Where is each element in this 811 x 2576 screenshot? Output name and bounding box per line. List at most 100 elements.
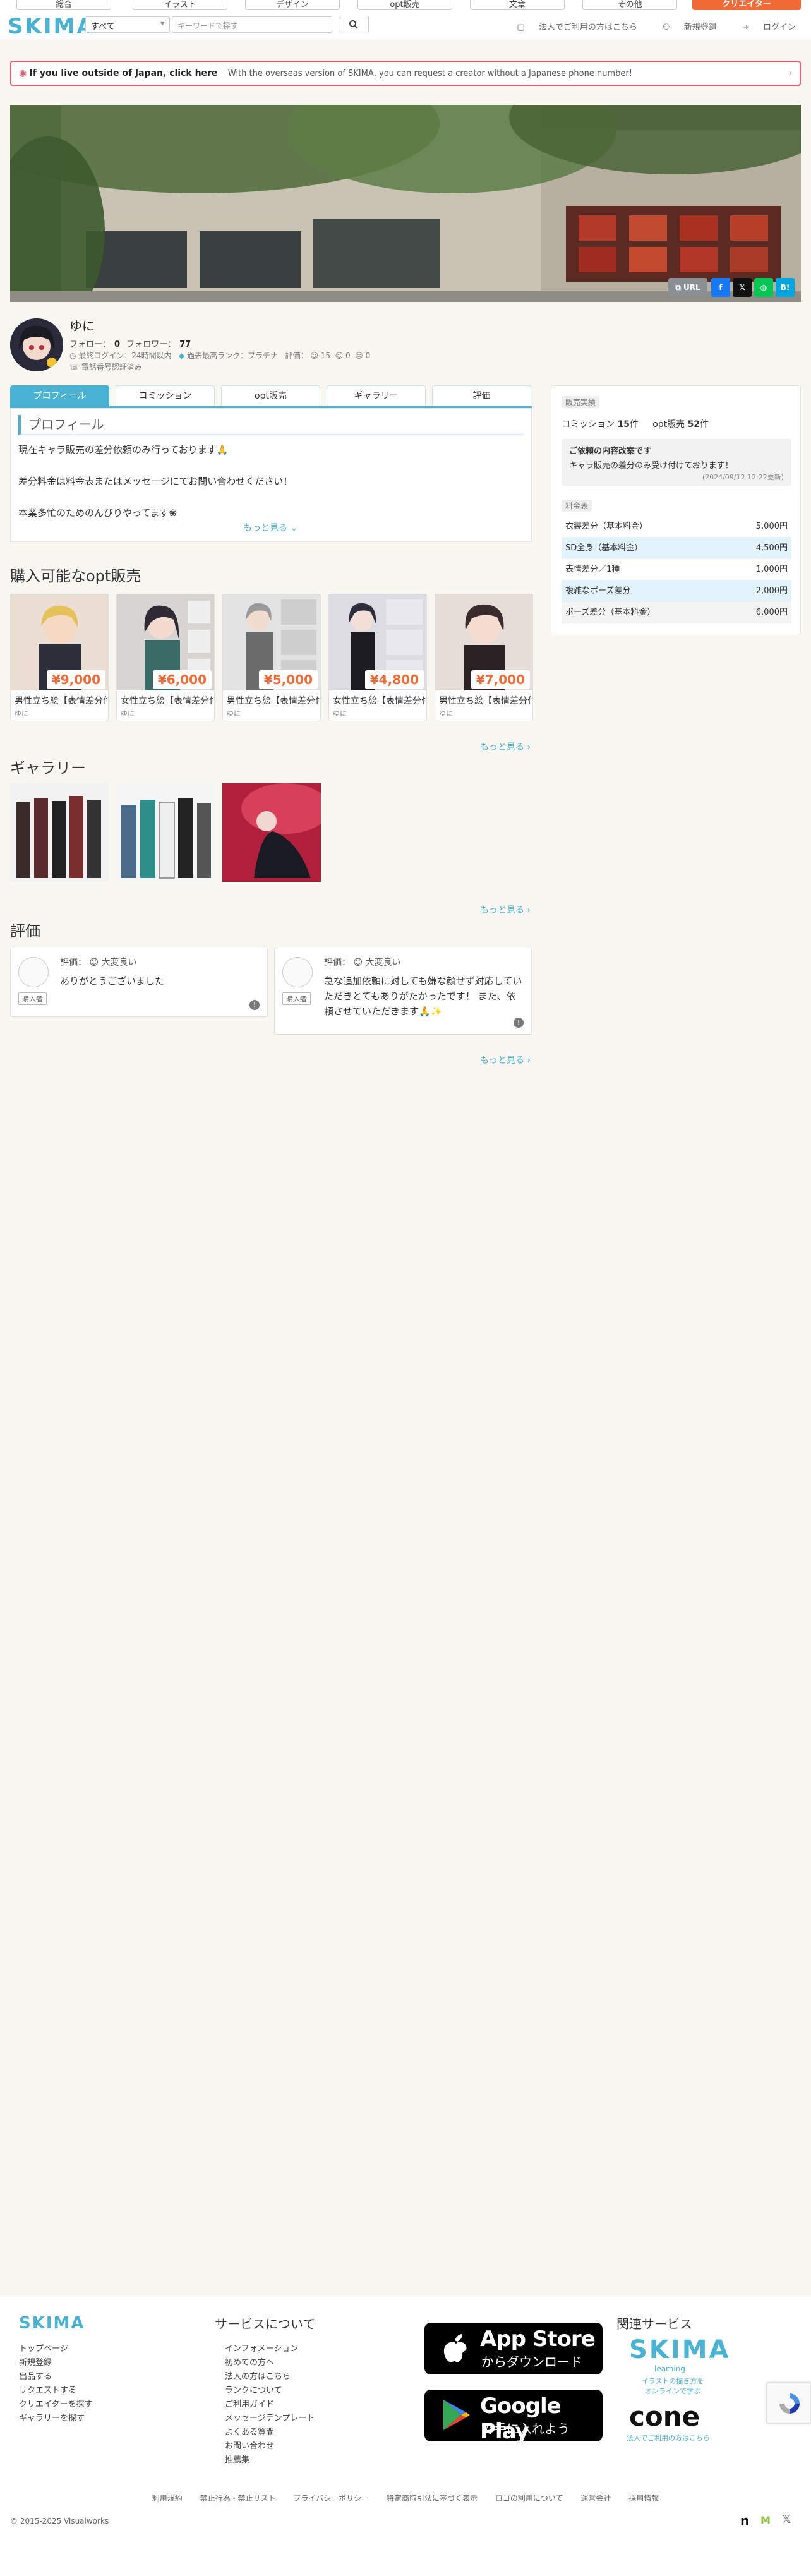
review-card: 購入者 評価： ☺ 大変良い 急な追加依頼に対しても嫌な顔せず対応していただきと…: [274, 948, 532, 1035]
gallery-image[interactable]: [222, 783, 321, 882]
footer-link[interactable]: リクエストする: [19, 2383, 76, 2395]
rank-icon: ◆: [179, 351, 188, 360]
footer-link[interactable]: 初めての方へ: [225, 2356, 274, 2368]
google-play-icon: [443, 2400, 470, 2430]
category-all[interactable]: 総合: [16, 0, 111, 10]
cone-desc: 法人でご利用の方はこちら: [627, 2434, 710, 2442]
hatena-share-button[interactable]: B!: [776, 278, 795, 297]
report-icon[interactable]: !: [514, 1018, 524, 1028]
tab-opt[interactable]: opt販売: [221, 385, 320, 407]
gallery-image[interactable]: [116, 783, 215, 882]
opt-author: ゆに: [227, 709, 241, 718]
footer-link[interactable]: クリエイターを探す: [19, 2397, 92, 2409]
overseas-banner[interactable]: ◉ If you live outside of Japan, click he…: [10, 61, 801, 86]
copy-url-button[interactable]: ⧉ URL: [668, 278, 707, 297]
opt-price: ¥5,000: [258, 670, 318, 689]
recaptcha-badge[interactable]: [767, 2383, 811, 2423]
footer-link[interactable]: 採用情報: [628, 2494, 659, 2503]
opt-title: 男性立ち絵【表情差分付き】: [439, 696, 531, 706]
search-icon: [349, 20, 358, 29]
site-header: SKIMA すべて ▾ キーワードで探す ▢ 法人でご利用の方はこちら ⚇ 新規登…: [0, 11, 811, 40]
category-illust[interactable]: イラスト: [133, 0, 227, 10]
footer-link[interactable]: プライバシーポリシー: [293, 2494, 369, 2503]
review-rating: 評価： ☺ 大変良い: [60, 958, 137, 968]
request-notice: ご依頼の内容改案です キャラ販売の差分のみ受け付けております！ (2024/09…: [562, 439, 791, 486]
login-link[interactable]: ⇥ ログイン: [731, 23, 796, 32]
opt-heading: 購入可能なopt販売: [10, 567, 141, 585]
avatar: [10, 318, 63, 371]
opt-card[interactable]: ¥6,000 女性立ち絵【表情差分付き】 ゆに: [116, 594, 215, 721]
banner-bold: If you live outside of Japan, click here: [29, 68, 218, 78]
price-row: 複雑なポーズ差分 2,000円: [562, 581, 791, 602]
cone-logo[interactable]: cone: [629, 2401, 700, 2432]
footer-link[interactable]: お問い合わせ: [225, 2439, 274, 2451]
creator-cta-button[interactable]: クリエイター: [692, 0, 801, 10]
line-share-button[interactable]: ◍: [754, 278, 773, 297]
app-store-button[interactable]: App Store からダウンロード: [424, 2323, 603, 2374]
category-design[interactable]: デザイン: [245, 0, 340, 10]
footer-link[interactable]: 新規登録: [19, 2356, 52, 2368]
opt-card[interactable]: ¥9,000 男性立ち絵【表情差分付き】 ゆに: [10, 594, 109, 721]
category-text[interactable]: 文章: [470, 0, 565, 10]
footer-link[interactable]: メッセージテンプレート: [225, 2411, 315, 2423]
search-button[interactable]: [339, 16, 369, 33]
footer-link[interactable]: 推薦集: [225, 2453, 249, 2465]
footer-link[interactable]: 禁止行為・禁止リスト: [200, 2494, 276, 2503]
opt-card[interactable]: ¥4,800 女性立ち絵【表情差分付き】 ゆに: [328, 594, 427, 721]
category-select[interactable]: すべて ▾: [85, 16, 170, 33]
gallery-more-link[interactable]: もっと見る ›: [480, 903, 531, 916]
smile-icon: ☺: [89, 958, 99, 968]
reviews-heading: 評価: [10, 922, 40, 940]
opt-card[interactable]: ¥7,000 男性立ち絵【表情差分付き】 ゆに: [435, 594, 533, 721]
facebook-share-button[interactable]: f: [711, 278, 730, 297]
tab-reviews[interactable]: 評価: [432, 385, 531, 407]
opt-title: 男性立ち絵【表情差分付き】: [227, 696, 319, 706]
tab-gallery[interactable]: ギャラリー: [327, 385, 426, 407]
profile-tabs: プロフィール コミッション opt販売 ギャラリー 評価: [10, 385, 532, 407]
corp-link[interactable]: ▢ 法人でご利用の方はこちら: [505, 23, 637, 32]
price-row: ポーズ差分（基本料金） 6,000円: [562, 602, 791, 623]
opt-more-link[interactable]: もっと見る ›: [480, 740, 531, 753]
google-play-button[interactable]: Google Play で手に入れよう: [424, 2390, 603, 2444]
profile-section-title: プロフィール: [18, 415, 524, 435]
opt-title: 女性立ち絵【表情差分付き】: [121, 696, 213, 706]
footer-logo[interactable]: SKIMA: [19, 2314, 85, 2333]
footer-link[interactable]: インフォメーション: [225, 2342, 298, 2354]
notice-date: (2024/09/12 12:22更新): [702, 473, 784, 481]
buyer-badge: 購入者: [18, 992, 47, 1005]
skima-learning-logo[interactable]: SKIMA: [629, 2335, 730, 2364]
footer-link[interactable]: 運営会社: [580, 2494, 611, 2503]
tab-profile[interactable]: プロフィール: [10, 385, 109, 407]
category-opt[interactable]: opt販売: [357, 0, 452, 10]
search-input[interactable]: キーワードで探す: [172, 16, 332, 33]
footer-link[interactable]: ロゴの利用について: [495, 2494, 563, 2503]
footer-link[interactable]: ランクについて: [225, 2383, 282, 2395]
footer-link[interactable]: 出品する: [19, 2369, 52, 2381]
line-icon: ◍: [760, 283, 767, 292]
footer-link[interactable]: ご利用ガイド: [225, 2397, 274, 2409]
opt-author: ゆに: [15, 709, 28, 718]
misskey-icon[interactable]: M: [760, 2514, 771, 2526]
tab-commission[interactable]: コミッション: [116, 385, 215, 407]
profile-box: プロフィール 現在キャラ販売の差分依頼のみ行っております🙏 差分料金は料金表また…: [10, 408, 532, 542]
note-icon[interactable]: n: [740, 2513, 749, 2528]
footer-link[interactable]: 法人の方はこちら: [225, 2369, 291, 2381]
x-share-button[interactable]: 𝕏: [733, 278, 752, 297]
x-icon[interactable]: 𝕏: [782, 2513, 791, 2526]
footer-link[interactable]: トップページ: [19, 2342, 68, 2354]
gallery-image[interactable]: [10, 783, 109, 882]
footer-link[interactable]: 特定商取引法に基づく表示: [387, 2494, 478, 2503]
register-link[interactable]: ⚇ 新規登録: [651, 23, 717, 32]
footer-link[interactable]: ギャラリーを探す: [19, 2411, 85, 2423]
header-links: ▢ 法人でご利用の方はこちら ⚇ 新規登録 ⇥ ログイン: [494, 20, 796, 32]
category-other[interactable]: その他: [582, 0, 677, 10]
footer-link[interactable]: 利用規約: [152, 2494, 183, 2503]
footer-link[interactable]: よくある質問: [225, 2425, 274, 2437]
opt-card[interactable]: ¥5,000 男性立ち絵【表情差分付き】 ゆに: [222, 594, 321, 721]
reviews-more-link[interactable]: もっと見る ›: [480, 1054, 531, 1066]
profile-more-link[interactable]: もっと見る ⌄: [243, 521, 297, 534]
related-title: 関連サービス: [616, 2316, 692, 2332]
copy-icon: ⧉: [675, 283, 684, 292]
skima-logo[interactable]: SKIMA: [8, 14, 95, 39]
report-icon[interactable]: !: [249, 1000, 260, 1010]
